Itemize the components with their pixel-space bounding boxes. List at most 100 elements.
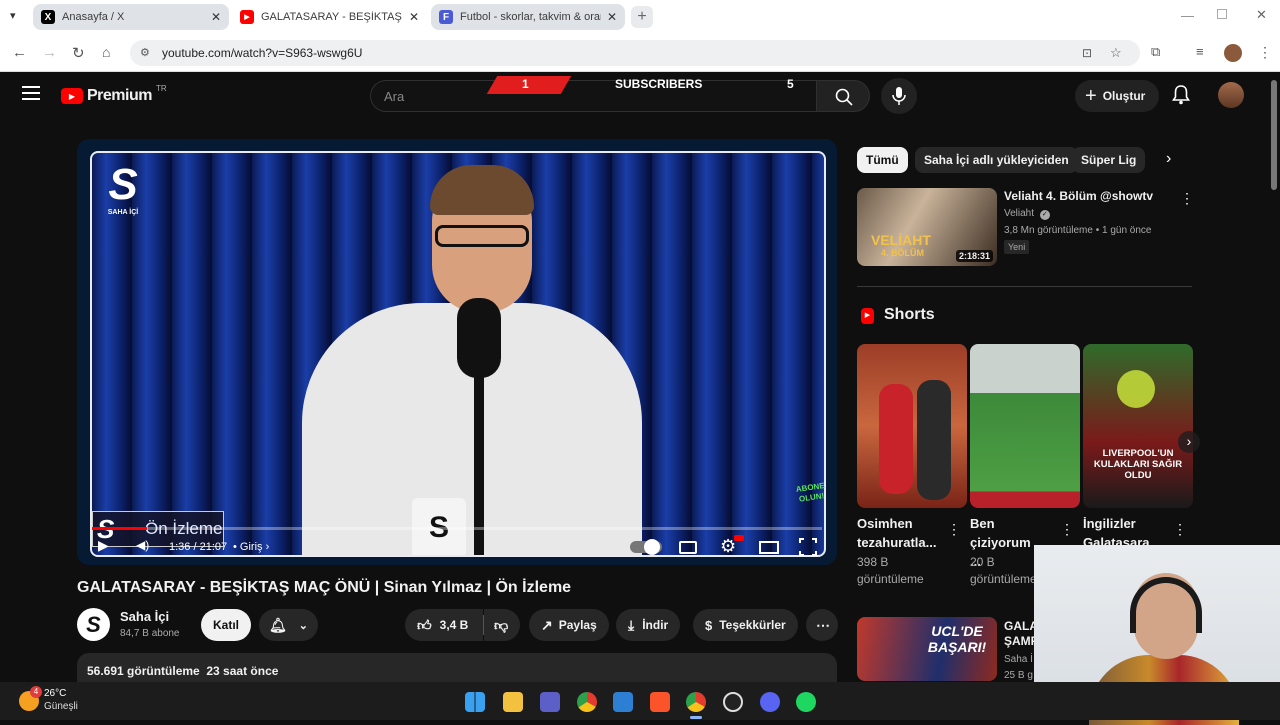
chip-uploader[interactable]: Saha İçi adlı yükleyiciden — [915, 147, 1078, 173]
reload-icon[interactable]: ↻ — [72, 44, 85, 62]
chip-super-lig[interactable]: Süper Lig — [1072, 147, 1146, 173]
voice-search-button[interactable] — [881, 78, 917, 114]
subscribe-badge: ABONE OLUN! — [795, 481, 826, 504]
rec-channel[interactable]: Veliaht ✓ — [1004, 208, 1050, 220]
download-icon: ⤓ — [628, 616, 635, 633]
tab-flashscore[interactable]: F Futbol - skorlar, takvim & oran ✕ — [431, 4, 625, 30]
shorts-heading: Shorts — [884, 306, 935, 323]
chapter-label[interactable]: • Giriş › — [233, 541, 269, 553]
play-button[interactable]: ▶ — [98, 537, 109, 554]
notification-bell-button[interactable]: 🔔︎ ⌄ — [259, 609, 318, 641]
video-player[interactable]: S S SAHA İÇİ ABONE OLUN! S Ön İzleme ▶ ◀… — [77, 139, 837, 565]
file-explorer-icon[interactable] — [503, 692, 523, 712]
close-tab-icon[interactable]: ✕ — [409, 10, 419, 24]
shorts-next-icon[interactable]: › — [1178, 431, 1200, 453]
rec-more-icon[interactable]: ⋮ — [1180, 190, 1194, 207]
chrome-active-icon[interactable] — [686, 692, 706, 712]
progress-track[interactable] — [92, 527, 822, 530]
microphone-prop — [457, 298, 501, 378]
thumbs-down-icon: 👎︎ — [494, 616, 509, 633]
tab-youtube[interactable]: ▶ GALATASARAY - BEŞİKTAŞ MAÇ ✕ — [232, 4, 427, 30]
notifications-bell-icon[interactable] — [1172, 85, 1190, 110]
autoplay-toggle[interactable] — [630, 539, 662, 555]
teams-icon[interactable] — [540, 692, 560, 712]
chips-next-icon[interactable]: › — [1166, 150, 1171, 168]
theater-mode-icon[interactable] — [759, 541, 779, 554]
home-icon[interactable]: ⌂ — [102, 44, 110, 60]
logo-text: Premium — [87, 87, 152, 104]
store-icon[interactable] — [613, 692, 633, 712]
chip-all[interactable]: Tümü — [857, 147, 908, 173]
short-more-icon-3[interactable]: ⋮ — [1173, 521, 1187, 538]
short-thumbnail-1[interactable] — [857, 344, 967, 508]
tab-search-dropdown[interactable]: ▾ — [10, 9, 16, 22]
short-more-icon-1[interactable]: ⋮ — [947, 521, 961, 538]
youtube-logo[interactable]: ▶ Premium TR — [61, 84, 167, 105]
tab-x[interactable]: X Anasayfa / X ✕ — [33, 4, 229, 30]
super-thanks-icon: $ — [705, 617, 713, 633]
minimize-button[interactable]: — — [1181, 8, 1194, 23]
search-placeholder: Ara — [384, 89, 405, 104]
short-thumbnail-3[interactable]: LIVERPOOL'UN KULAKLARI SAĞIR OLDU — [1083, 344, 1193, 508]
share-button[interactable]: ↗ Paylaş — [529, 609, 609, 641]
address-bar[interactable]: ⚙ youtube.com/watch?v=S963-wswg6U ⊡ ☆ — [130, 40, 1140, 66]
media-control-icon[interactable]: ≡ — [1196, 44, 1204, 59]
chrome-icon[interactable] — [577, 692, 597, 712]
join-button[interactable]: Katıl — [201, 609, 252, 641]
install-app-icon[interactable]: ⊡ — [1082, 40, 1092, 66]
spotify-icon[interactable] — [796, 692, 816, 712]
thanks-label: Teşekkürler — [719, 618, 786, 632]
overlay-right-count: 5 — [787, 77, 794, 91]
close-tab-icon[interactable]: ✕ — [607, 10, 617, 24]
user-avatar[interactable] — [1218, 82, 1244, 108]
download-label: İndir — [642, 618, 669, 632]
youtube-play-icon: ▶ — [61, 88, 83, 104]
search-button[interactable] — [816, 80, 870, 112]
close-tab-icon[interactable]: ✕ — [211, 10, 221, 24]
short-more-icon-2[interactable]: ⋮ — [1060, 521, 1074, 538]
download-button[interactable]: ⤓ İndir — [616, 609, 681, 641]
hamburger-menu-icon[interactable] — [22, 86, 40, 100]
next-thumbnail[interactable]: UCL'DE BAŞARI! — [857, 617, 997, 681]
chrome-menu-icon[interactable]: ⋮ — [1258, 44, 1272, 61]
clock-app-icon[interactable] — [723, 692, 743, 712]
channel-avatar[interactable]: S — [77, 608, 110, 641]
extensions-icon[interactable]: ⧉ — [1151, 44, 1160, 60]
windows-taskbar: 4 26°C Güneşli — [0, 682, 1280, 720]
dislike-button[interactable]: 👎︎ — [484, 609, 520, 641]
discord-icon[interactable] — [760, 692, 780, 712]
volume-icon[interactable]: ◀) — [136, 538, 149, 552]
rec-title[interactable]: Veliaht 4. Bölüm @showtv — [1004, 189, 1153, 203]
youtube-header: ▶ Premium TR Ara 1 SUBSCRIBERS 5 + Oluşt… — [0, 72, 1280, 120]
maximize-button[interactable] — [1217, 9, 1227, 19]
close-window-button[interactable]: ✕ — [1256, 7, 1267, 23]
like-button[interactable]: 👍︎ 3,4 B — [405, 609, 483, 641]
next-title[interactable]: GALA ŞAMP — [1004, 619, 1034, 649]
subtitles-icon[interactable] — [679, 541, 697, 554]
thanks-button[interactable]: $ Teşekkürler — [693, 609, 798, 641]
create-button[interactable]: + Oluştur — [1075, 80, 1159, 112]
brave-icon[interactable] — [650, 692, 670, 712]
more-actions-button[interactable]: ⋯ — [806, 609, 838, 641]
rec-thumbnail[interactable]: VELİAHT 4. BÖLÜM 2:18:31 — [857, 188, 997, 266]
bell-icon: 🔔︎ — [269, 616, 287, 633]
fullscreen-icon[interactable] — [799, 538, 817, 556]
channel-watermark: S SAHA İÇİ — [105, 163, 141, 217]
flashscore-icon: F — [439, 10, 453, 24]
youtube-icon: ▶ — [240, 10, 254, 24]
share-label: Paylaş — [558, 618, 597, 632]
short-title-1[interactable]: Osimhen tezahuratla... — [857, 514, 949, 552]
site-info-icon[interactable]: ⚙ — [140, 40, 150, 66]
notification-count-badge: 4 — [30, 686, 42, 698]
profile-avatar[interactable] — [1224, 44, 1242, 62]
back-icon[interactable]: ← — [12, 44, 27, 61]
chip-label: Süper Lig — [1081, 153, 1137, 167]
forward-icon[interactable]: → — [42, 44, 57, 61]
subscriber-overlay: 1 SUBSCRIBERS 5 — [486, 76, 828, 94]
windows-start-icon[interactable] — [465, 692, 485, 712]
channel-name[interactable]: Saha İçi — [120, 609, 169, 624]
bookmark-star-icon[interactable]: ☆ — [1110, 40, 1122, 66]
new-tab-button[interactable]: + — [631, 6, 653, 28]
short-thumbnail-2[interactable] — [970, 344, 1080, 508]
page-scrollbar[interactable] — [1271, 80, 1277, 190]
